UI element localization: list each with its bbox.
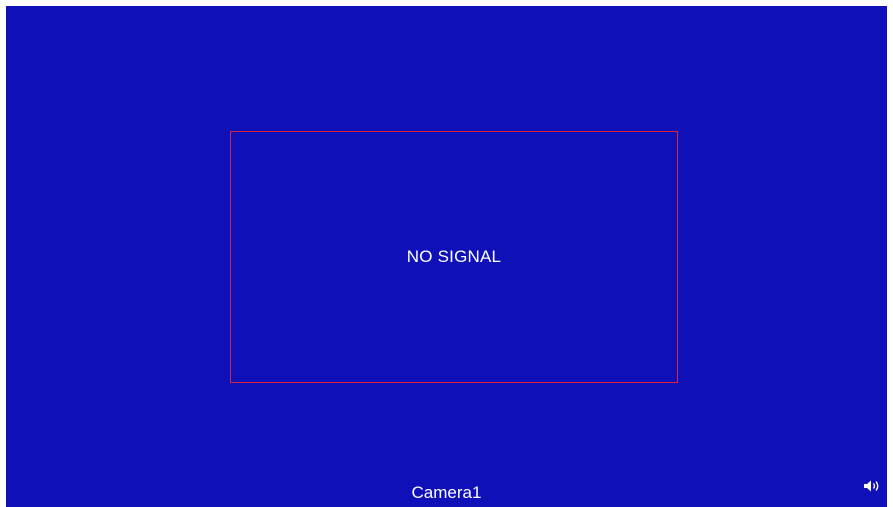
camera-name-label: Camera1 — [411, 483, 482, 502]
no-signal-frame: NO SIGNAL — [230, 131, 678, 383]
no-signal-text: NO SIGNAL — [406, 247, 502, 266]
speaker-icon[interactable] — [863, 479, 883, 493]
camera-view: NO SIGNAL Camera1 — [6, 6, 887, 507]
